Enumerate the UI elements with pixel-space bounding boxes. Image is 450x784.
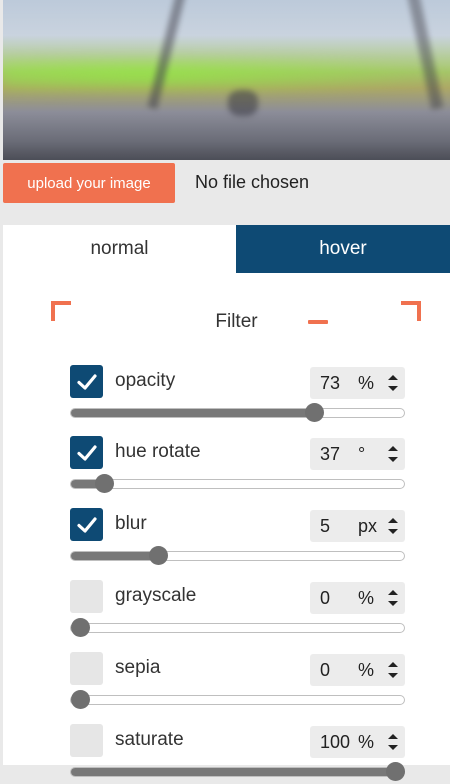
saturate-checkbox[interactable] — [70, 724, 103, 757]
checkmark-icon — [76, 373, 97, 390]
opacity-unit: % — [358, 373, 375, 393]
hue-rotate-unit: ° — [358, 444, 366, 464]
grayscale-value: 0 — [320, 588, 331, 608]
spinner-arrows-icon[interactable] — [386, 587, 400, 609]
spinner-arrows-icon[interactable] — [386, 659, 400, 681]
filter-row-blur: blur 5 px — [70, 508, 405, 568]
spinner-arrows-icon[interactable] — [386, 731, 400, 753]
tab-hover[interactable]: hover — [236, 225, 450, 273]
sepia-slider[interactable] — [70, 690, 405, 709]
spinner-arrows-icon[interactable] — [386, 515, 400, 537]
hue-rotate-number-input[interactable]: 37 ° — [310, 438, 405, 470]
hue-rotate-checkbox[interactable] — [70, 436, 103, 469]
grayscale-slider[interactable] — [70, 618, 405, 637]
blur-number-input[interactable]: 5 px — [310, 510, 405, 542]
sepia-checkbox[interactable] — [70, 652, 103, 685]
file-status: No file chosen — [195, 172, 310, 192]
hue-rotate-label: hue rotate — [115, 441, 201, 462]
hue-rotate-slider[interactable] — [70, 474, 405, 493]
tab-normal[interactable]: normal — [3, 225, 236, 273]
spinner-arrows-icon[interactable] — [386, 443, 400, 465]
spinner-arrows-icon[interactable] — [386, 372, 400, 394]
slider-thumb[interactable] — [71, 618, 90, 637]
blur-slider[interactable] — [70, 546, 405, 565]
slider-thumb[interactable] — [148, 546, 168, 565]
section-title: Filter — [215, 311, 258, 332]
slider-thumb[interactable] — [95, 474, 115, 493]
slider-thumb[interactable] — [71, 690, 90, 709]
sepia-value: 0 — [320, 660, 331, 680]
upload-image-button[interactable]: upload your image — [3, 163, 175, 203]
saturate-number-input[interactable]: 100% — [310, 726, 405, 758]
checkmark-icon — [76, 516, 97, 533]
sepia-label: sepia — [115, 657, 161, 678]
saturate-slider[interactable] — [70, 762, 405, 781]
collapse-icon[interactable] — [308, 320, 328, 324]
checkmark-icon — [76, 444, 97, 461]
opacity-value: 73 — [320, 373, 341, 393]
opacity-slider[interactable] — [70, 403, 405, 422]
filter-row-saturate: saturate 100% — [70, 724, 405, 784]
filter-row-sepia: sepia 0% — [70, 652, 405, 712]
grayscale-number-input[interactable]: 0% — [310, 582, 405, 614]
blur-value: 5 — [320, 516, 331, 536]
saturate-label: saturate — [115, 729, 184, 750]
slider-thumb[interactable] — [305, 403, 325, 422]
opacity-number-input[interactable]: 73% — [310, 367, 405, 399]
filter-row-hue-rotate: hue rotate 37 ° — [70, 436, 405, 496]
blur-label: blur — [115, 513, 147, 534]
slider-fill — [71, 552, 158, 560]
filter-panel: normal hover Filter opacity 73% hue rotate… — [3, 225, 450, 781]
filter-row-opacity: opacity 73% — [70, 365, 405, 425]
blur-checkbox[interactable] — [70, 508, 103, 541]
slider-fill — [71, 768, 404, 776]
opacity-checkbox[interactable] — [70, 365, 103, 398]
state-tabs: normal hover — [3, 225, 450, 273]
sepia-unit: % — [358, 660, 375, 680]
blur-unit: px — [358, 516, 378, 536]
filter-row-grayscale: grayscale 0% — [70, 580, 405, 640]
grayscale-checkbox[interactable] — [70, 580, 103, 613]
grayscale-label: grayscale — [115, 585, 197, 606]
slider-fill — [71, 409, 315, 417]
sepia-number-input[interactable]: 0% — [310, 654, 405, 686]
saturate-value: 100 — [320, 732, 351, 752]
image-preview — [3, 0, 450, 160]
saturate-unit: % — [358, 732, 375, 752]
opacity-label: opacity — [115, 370, 176, 391]
grayscale-unit: % — [358, 588, 375, 608]
hue-rotate-value: 37 — [320, 444, 341, 464]
